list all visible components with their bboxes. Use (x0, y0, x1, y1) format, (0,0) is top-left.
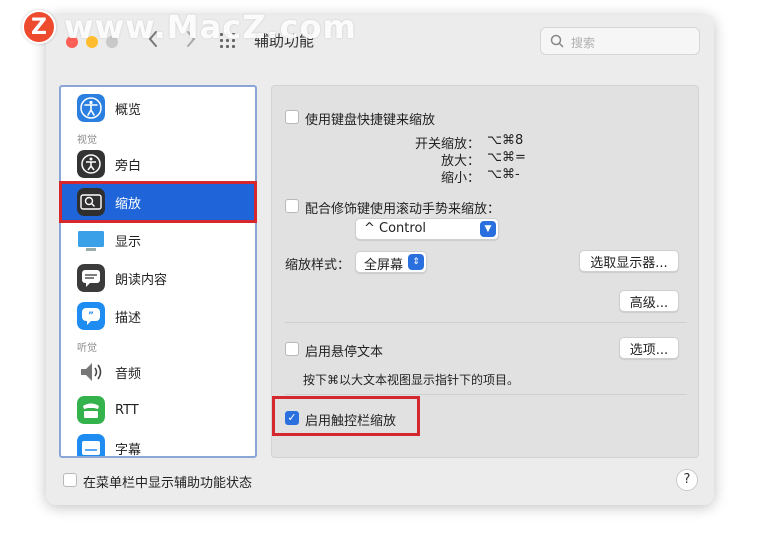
watermark-text: www.MacZ.com (64, 8, 357, 46)
sidebar[interactable]: 概览 视觉 旁白 缩放 显示 朗读内容 ” 描述 听觉 音频 RTT 字幕 (59, 85, 257, 458)
keyboard-shortcuts-label: 使用键盘快捷键来缩放 (305, 113, 436, 128)
hover-options-button[interactable]: 选项... (619, 337, 679, 359)
shortcut-zoom-in-keys: ⌥⌘= (487, 150, 526, 165)
scroll-gesture-checkbox[interactable] (285, 199, 299, 213)
sidebar-item-label: RTT (115, 402, 139, 418)
choose-display-button[interactable]: 选取显示器... (579, 250, 679, 272)
chevron-down-icon: ▼ (480, 221, 496, 237)
watermark: Z www.MacZ.com (22, 8, 357, 46)
rtt-icon (77, 396, 105, 424)
svg-text:”: ” (88, 311, 94, 321)
divider (285, 322, 687, 323)
display-icon (78, 231, 104, 251)
keyboard-shortcuts-checkbox[interactable] (285, 110, 299, 124)
hover-text-checkbox[interactable] (285, 342, 299, 356)
sidebar-item-descriptions[interactable]: ” 描述 (61, 297, 255, 335)
sidebar-item-display[interactable]: 显示 (61, 221, 255, 259)
search-field[interactable]: 搜索 (540, 27, 700, 55)
shortcut-toggle-keys: ⌥⌘8 (487, 133, 524, 148)
updown-chevron-icon: ⇕ (408, 254, 424, 270)
speech-icon (77, 264, 105, 292)
search-placeholder: 搜索 (571, 36, 596, 50)
touchbar-zoom-checkbox[interactable]: ✓ (285, 411, 299, 425)
voiceover-icon (77, 150, 105, 178)
captions-icon (77, 434, 105, 456)
zoom-style-value: 全屏幕 (364, 258, 404, 273)
show-in-menubar-checkbox[interactable] (63, 473, 77, 487)
accessibility-icon (77, 94, 105, 122)
sidebar-item-label: 朗读内容 (115, 272, 168, 288)
speaker-icon (81, 363, 102, 381)
zoom-settings-panel: 使用键盘快捷键来缩放 开关缩放： ⌥⌘8 放大： ⌥⌘= 缩小： ⌥⌘- 配合修… (271, 85, 699, 458)
watermark-badge: Z (22, 10, 56, 44)
sidebar-item-label: 缩放 (115, 196, 142, 212)
sidebar-item-voiceover[interactable]: 旁白 (61, 145, 255, 183)
zoom-style-label: 缩放样式： (285, 258, 351, 273)
sidebar-item-label: 字幕 (115, 442, 142, 458)
search-icon (550, 34, 564, 48)
sidebar-item-captions[interactable]: 字幕 (61, 429, 255, 458)
sidebar-section-vision: 视觉 (77, 135, 97, 146)
hover-text-hint: 按下⌘以大文本视图显示指针下的项目。 (303, 373, 520, 387)
sidebar-item-label: 概览 (115, 102, 142, 118)
divider (285, 394, 687, 395)
show-in-menubar-label: 在菜单栏中显示辅助功能状态 (83, 476, 253, 491)
sidebar-item-label: 描述 (115, 310, 142, 326)
sidebar-item-spoken-content[interactable]: 朗读内容 (61, 259, 255, 297)
help-button[interactable]: ? (676, 469, 698, 491)
sidebar-item-label: 音频 (115, 366, 142, 382)
touchbar-zoom-label: 启用触控栏缩放 (305, 414, 397, 429)
sidebar-item-overview[interactable]: 概览 (61, 89, 255, 127)
advanced-button[interactable]: 高级... (619, 290, 679, 312)
zoom-style-popup[interactable]: 全屏幕 ⇕ (355, 251, 427, 273)
screenshot-stage: Z www.MacZ.com 辅助功能 搜索 概览 视觉 旁白 缩放 显示 朗读… (0, 0, 762, 536)
sidebar-section-hearing: 听觉 (77, 343, 97, 354)
sidebar-item-zoom[interactable]: 缩放 (61, 183, 255, 221)
scroll-gesture-label: 配合修饰键使用滚动手势来缩放： (305, 202, 501, 217)
zoom-icon (77, 188, 105, 216)
descriptions-icon: ” (77, 302, 105, 330)
shortcut-zoom-out-label: 缩小： (440, 171, 480, 186)
sidebar-item-rtt[interactable]: RTT (61, 391, 255, 429)
shortcut-zoom-out-keys: ⌥⌘- (487, 167, 520, 182)
modifier-key-popup[interactable]: ^ Control ▼ (355, 218, 499, 240)
preferences-window: 辅助功能 搜索 概览 视觉 旁白 缩放 显示 朗读内容 ” 描述 听觉 音频 R… (46, 15, 714, 505)
hover-text-label: 启用悬停文本 (305, 345, 384, 360)
sidebar-item-label: 旁白 (115, 158, 142, 174)
sidebar-item-label: 显示 (115, 234, 142, 250)
sidebar-item-audio[interactable]: 音频 (61, 353, 255, 391)
modifier-key-value: ^ Control (364, 221, 427, 236)
